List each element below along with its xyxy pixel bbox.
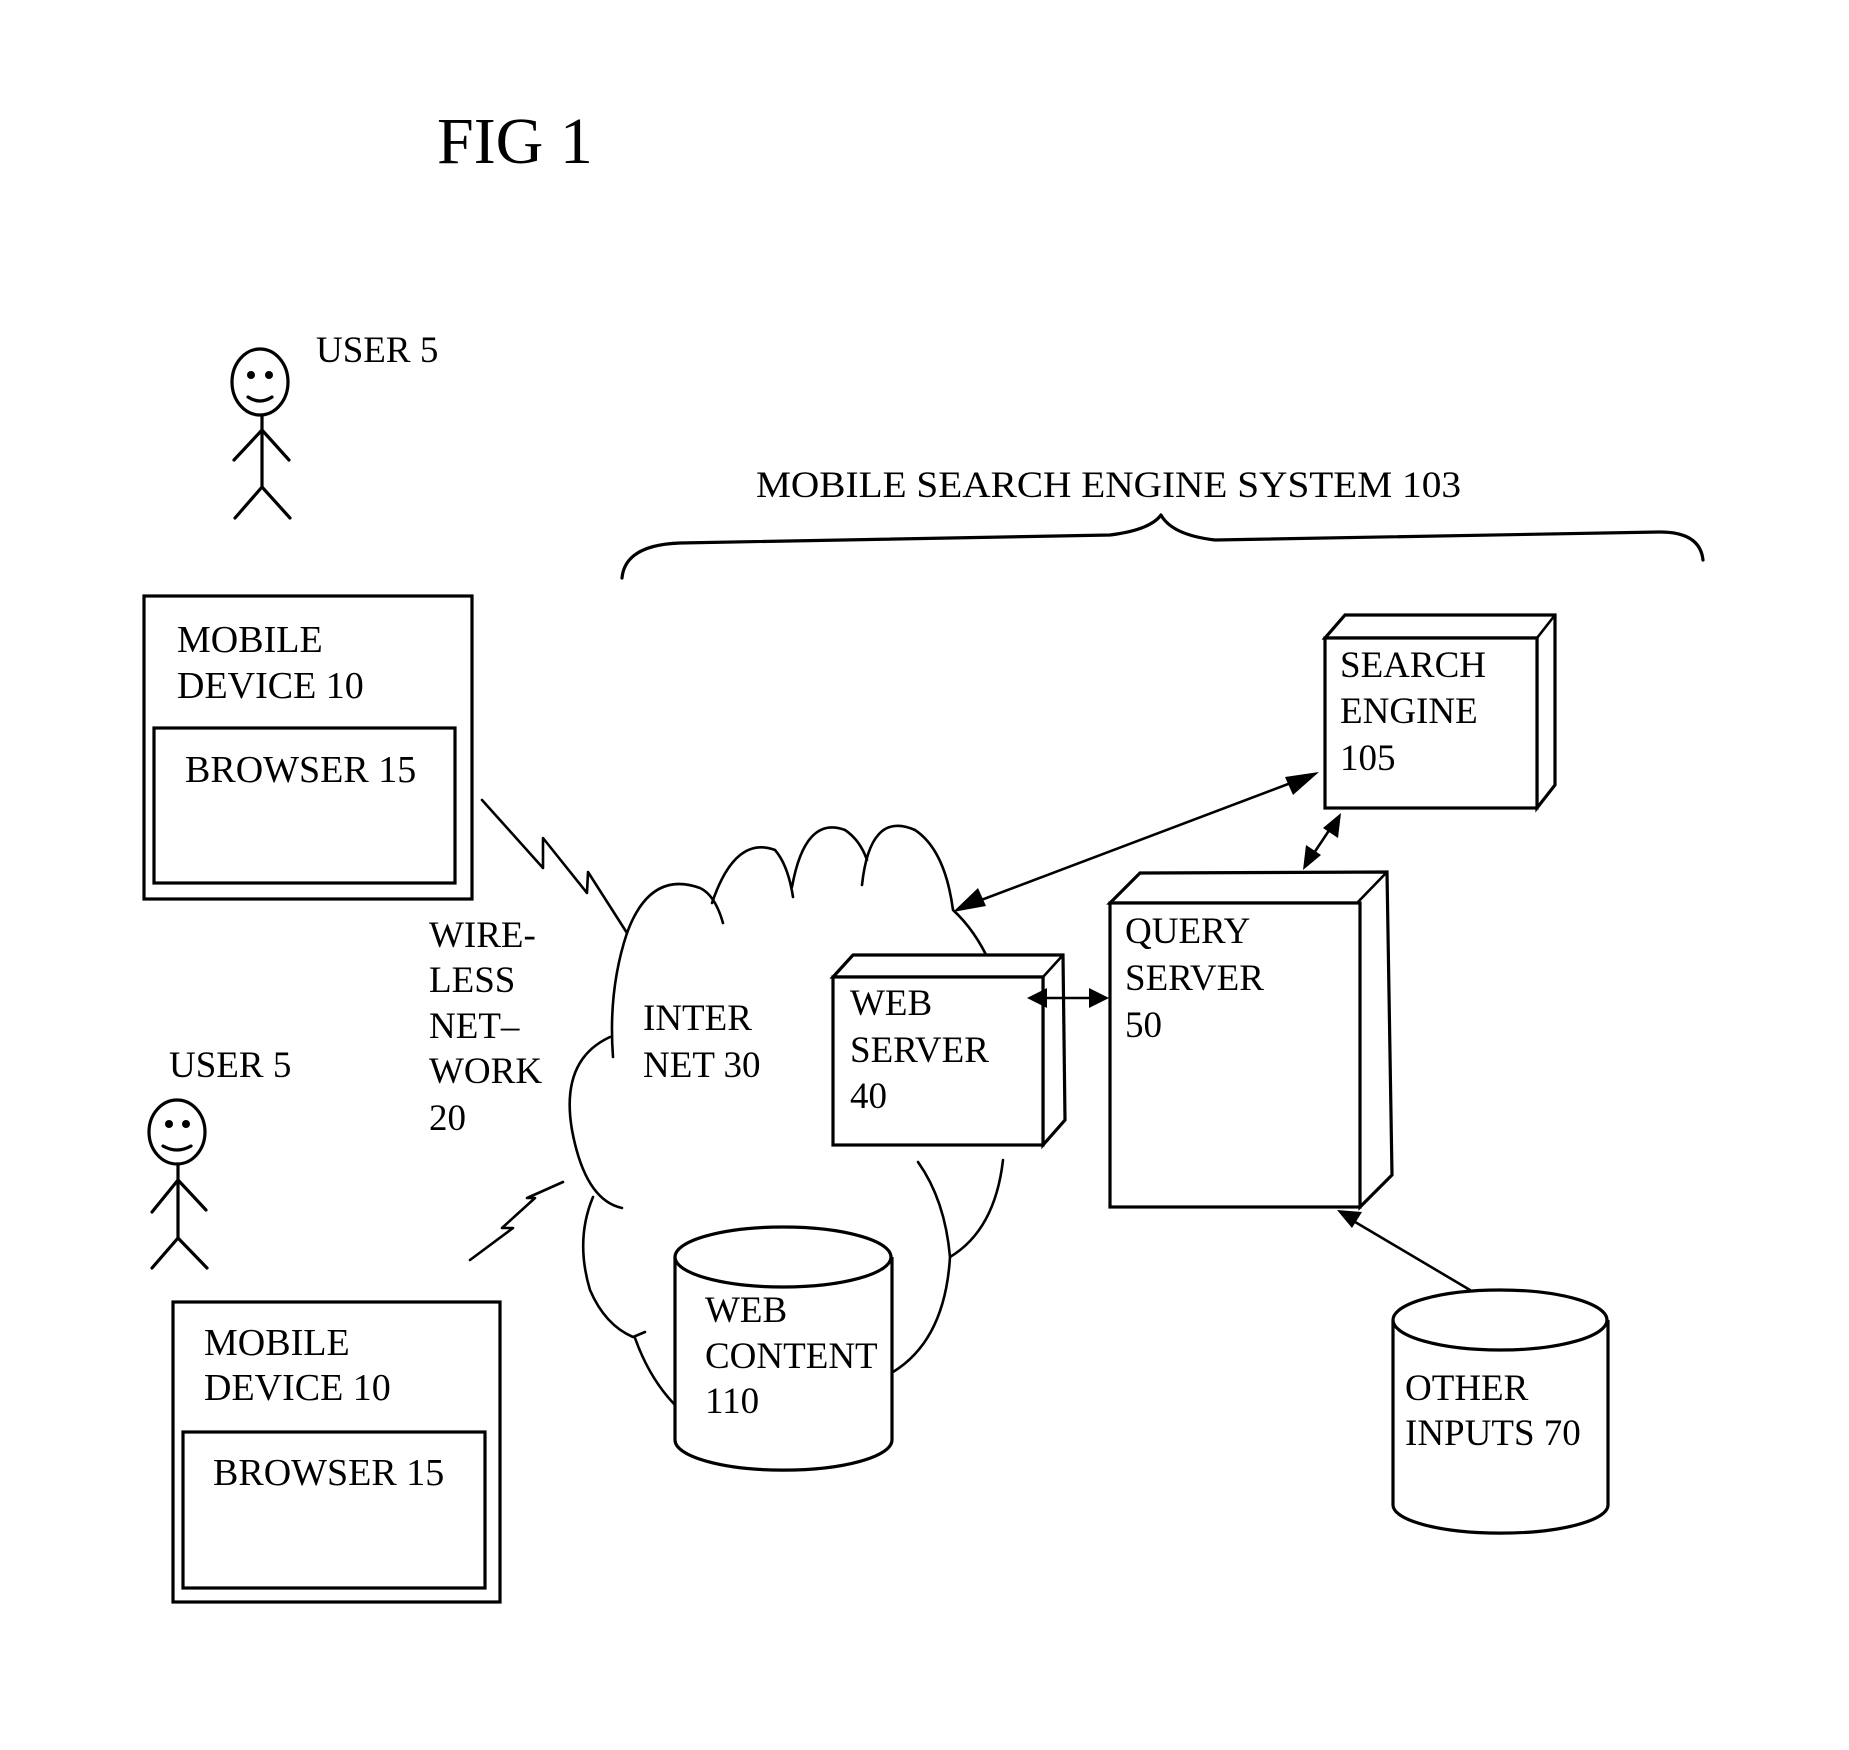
arrow-search-engine-query-server (1303, 813, 1341, 870)
lightning-bolt-icon (468, 1180, 565, 1262)
arrowhead-icon (1089, 988, 1109, 1008)
arrowhead-icon (1285, 772, 1319, 795)
wireless-line: 20 (429, 1098, 466, 1139)
other-inputs-db: OTHER INPUTS 70 (1391, 1288, 1610, 1535)
wireless-line: LESS (429, 960, 515, 1001)
web-server: WEB SERVER 40 (829, 953, 1067, 1150)
browser-2: BROWSER 15 (181, 1430, 487, 1590)
search-engine-line: 105 (1340, 738, 1396, 779)
figure-title: FIG 1 (437, 105, 593, 178)
system-brace (620, 513, 1705, 580)
system-label: MOBILE SEARCH ENGINE SYSTEM 103 (756, 465, 1461, 506)
mobile-device-1: MOBILE DEVICE 10 BROWSER 15 (142, 594, 474, 901)
search-engine-line: SEARCH (1340, 645, 1486, 686)
query-server-line: QUERY (1125, 911, 1250, 952)
device-label-line1: MOBILE (177, 619, 323, 661)
internet-label-line2: NET 30 (643, 1045, 761, 1086)
query-server-line: 50 (1125, 1005, 1162, 1046)
web-server-line: WEB (850, 983, 932, 1024)
stick-figure-icon (147, 1098, 209, 1270)
query-server-line: SERVER (1125, 958, 1264, 999)
query-server: QUERY SERVER 50 (1106, 870, 1394, 1211)
wireless-line: WIRE- (429, 915, 536, 956)
web-content-db: WEB CONTENT 110 (673, 1225, 894, 1472)
wireless-network-label: WIRE- LESS NET– WORK 20 (429, 915, 542, 1139)
browser-1: BROWSER 15 (152, 726, 457, 885)
user-label: USER 5 (169, 1045, 291, 1086)
arrow-other-inputs-query-server (1337, 1210, 1472, 1292)
web-content-line: 110 (705, 1381, 759, 1422)
lightning-bolt-icon (480, 798, 629, 935)
device-label-line2: DEVICE 10 (204, 1367, 391, 1409)
wireless-line: NET– (429, 1006, 520, 1047)
web-content-line: CONTENT (705, 1336, 878, 1377)
patent-figure: FIG 1 USER 5 MOBILE DEVICE 10 BROWSER 15… (142, 105, 1705, 1604)
search-engine: SEARCH ENGINE 105 (1321, 613, 1557, 813)
browser-label: BROWSER 15 (213, 1452, 444, 1494)
device-label-line1: MOBILE (204, 1322, 350, 1364)
arrowhead-icon (953, 888, 986, 912)
user-label: USER 5 (316, 330, 438, 371)
user-2: USER 5 (147, 1045, 291, 1270)
internet-label-line1: INTER (643, 998, 752, 1039)
web-content-line: WEB (705, 1290, 787, 1331)
user-1: USER 5 (230, 330, 438, 520)
search-engine-line: ENGINE (1340, 691, 1478, 732)
other-inputs-line: OTHER (1405, 1368, 1529, 1409)
web-server-line: SERVER (850, 1030, 989, 1071)
other-inputs-line: INPUTS 70 (1405, 1413, 1581, 1454)
browser-label: BROWSER 15 (185, 749, 416, 791)
device-label-line2: DEVICE 10 (177, 665, 364, 707)
wireless-line: WORK (429, 1051, 542, 1092)
web-server-line: 40 (850, 1076, 887, 1117)
mobile-device-2: MOBILE DEVICE 10 BROWSER 15 (171, 1300, 502, 1604)
stick-figure-icon (230, 347, 292, 520)
